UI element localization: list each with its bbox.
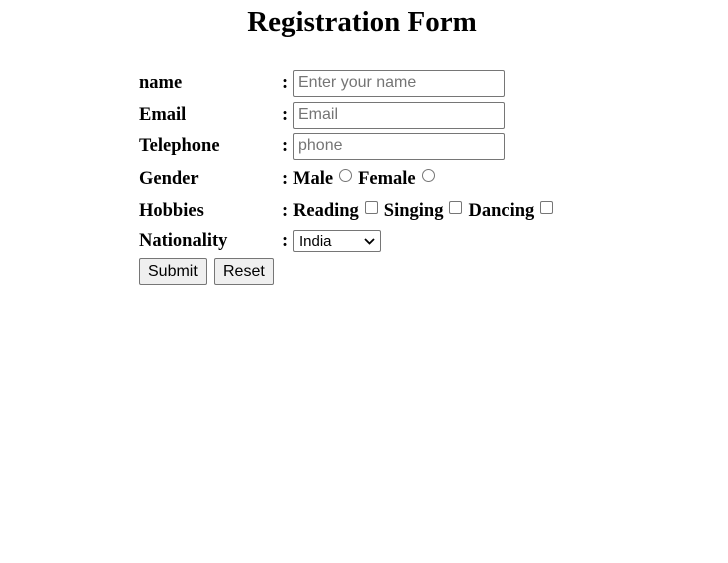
gender-female-radio[interactable]	[421, 168, 435, 182]
hobby-reading-checkbox[interactable]	[364, 200, 378, 214]
hobby-dancing-checkbox[interactable]	[540, 200, 554, 214]
nationality-selected-value: India	[299, 232, 332, 250]
telephone-input[interactable]	[293, 132, 505, 160]
colon: :	[282, 72, 289, 93]
email-label: Email	[139, 104, 187, 125]
name-label: name	[139, 72, 183, 93]
gender-option-male-label: Male	[293, 168, 334, 189]
gender-label: Gender	[139, 168, 199, 189]
gender-male-radio[interactable]	[339, 168, 353, 182]
name-input[interactable]	[293, 69, 505, 97]
page-title: Registration Form	[247, 6, 477, 38]
hobby-dancing-label: Dancing	[468, 200, 535, 221]
telephone-label: Telephone	[139, 135, 220, 156]
telephone-row: Telephone :	[139, 132, 505, 160]
nationality-select[interactable]: India	[293, 230, 381, 252]
colon: :	[282, 135, 289, 156]
hobby-singing-label: Singing	[383, 200, 444, 221]
submit-button[interactable]: Submit	[139, 258, 207, 285]
colon: :	[282, 200, 289, 221]
nationality-row: Nationality : India	[139, 227, 381, 255]
reset-button[interactable]: Reset	[214, 258, 274, 285]
email-input[interactable]	[293, 101, 505, 129]
hobby-reading-label: Reading	[293, 200, 359, 221]
colon: :	[282, 168, 289, 189]
chevron-down-icon	[364, 237, 375, 245]
colon: :	[282, 104, 289, 125]
email-row: Email :	[139, 101, 505, 129]
gender-option-female-label: Female	[358, 168, 416, 189]
nationality-label: Nationality	[139, 230, 228, 251]
hobbies-label: Hobbies	[139, 200, 204, 221]
colon: :	[282, 230, 289, 251]
gender-row: Gender : Male Female	[139, 165, 441, 193]
name-row: name :	[139, 69, 505, 97]
hobby-singing-checkbox[interactable]	[449, 200, 463, 214]
hobbies-row: Hobbies : Reading Singing Dancing	[139, 197, 559, 225]
